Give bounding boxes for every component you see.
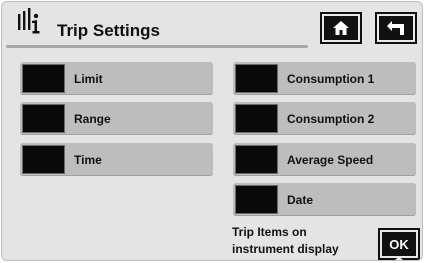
back-arrow-icon: [387, 21, 404, 35]
option-range[interactable]: Range: [20, 102, 213, 135]
checkbox[interactable]: [22, 104, 65, 133]
option-label: Consumption 2: [287, 111, 375, 126]
option-label: Date: [287, 192, 314, 207]
option-date[interactable]: Date: [233, 183, 416, 216]
option-limit[interactable]: Limit: [20, 62, 213, 95]
checkbox[interactable]: [235, 64, 278, 93]
checkbox[interactable]: [235, 145, 278, 174]
checkbox[interactable]: [22, 64, 65, 93]
home-icon: [333, 21, 349, 35]
option-label: Consumption 1: [287, 71, 375, 86]
ok-button[interactable]: OK: [378, 228, 420, 260]
option-time[interactable]: Time: [20, 143, 213, 176]
note-line-1: Trip Items on: [232, 225, 307, 239]
checkbox[interactable]: [22, 145, 65, 174]
page-title: Trip Settings: [57, 21, 160, 40]
checkbox[interactable]: [235, 104, 278, 133]
option-label: Range: [74, 111, 111, 126]
option-label: Limit: [74, 71, 103, 86]
option-label: Time: [74, 152, 102, 167]
option-consumption-2[interactable]: Consumption 2: [233, 102, 416, 135]
option-label: Average Speed: [287, 152, 374, 167]
header-divider: [6, 45, 308, 48]
instrument-display-note: Trip Items on instrument display: [232, 224, 339, 258]
checkbox[interactable]: [235, 185, 278, 214]
option-average-speed[interactable]: Average Speed: [233, 143, 416, 176]
back-button[interactable]: [375, 12, 417, 44]
note-line-2: instrument display: [232, 242, 339, 256]
info-icon: [18, 8, 40, 34]
trip-settings-screen: Trip Settings Limit Range Time Consumpti…: [1, 1, 423, 261]
option-consumption-1[interactable]: Consumption 1: [233, 62, 416, 95]
home-button[interactable]: [320, 12, 362, 44]
pointer-caret-icon: [391, 257, 407, 260]
